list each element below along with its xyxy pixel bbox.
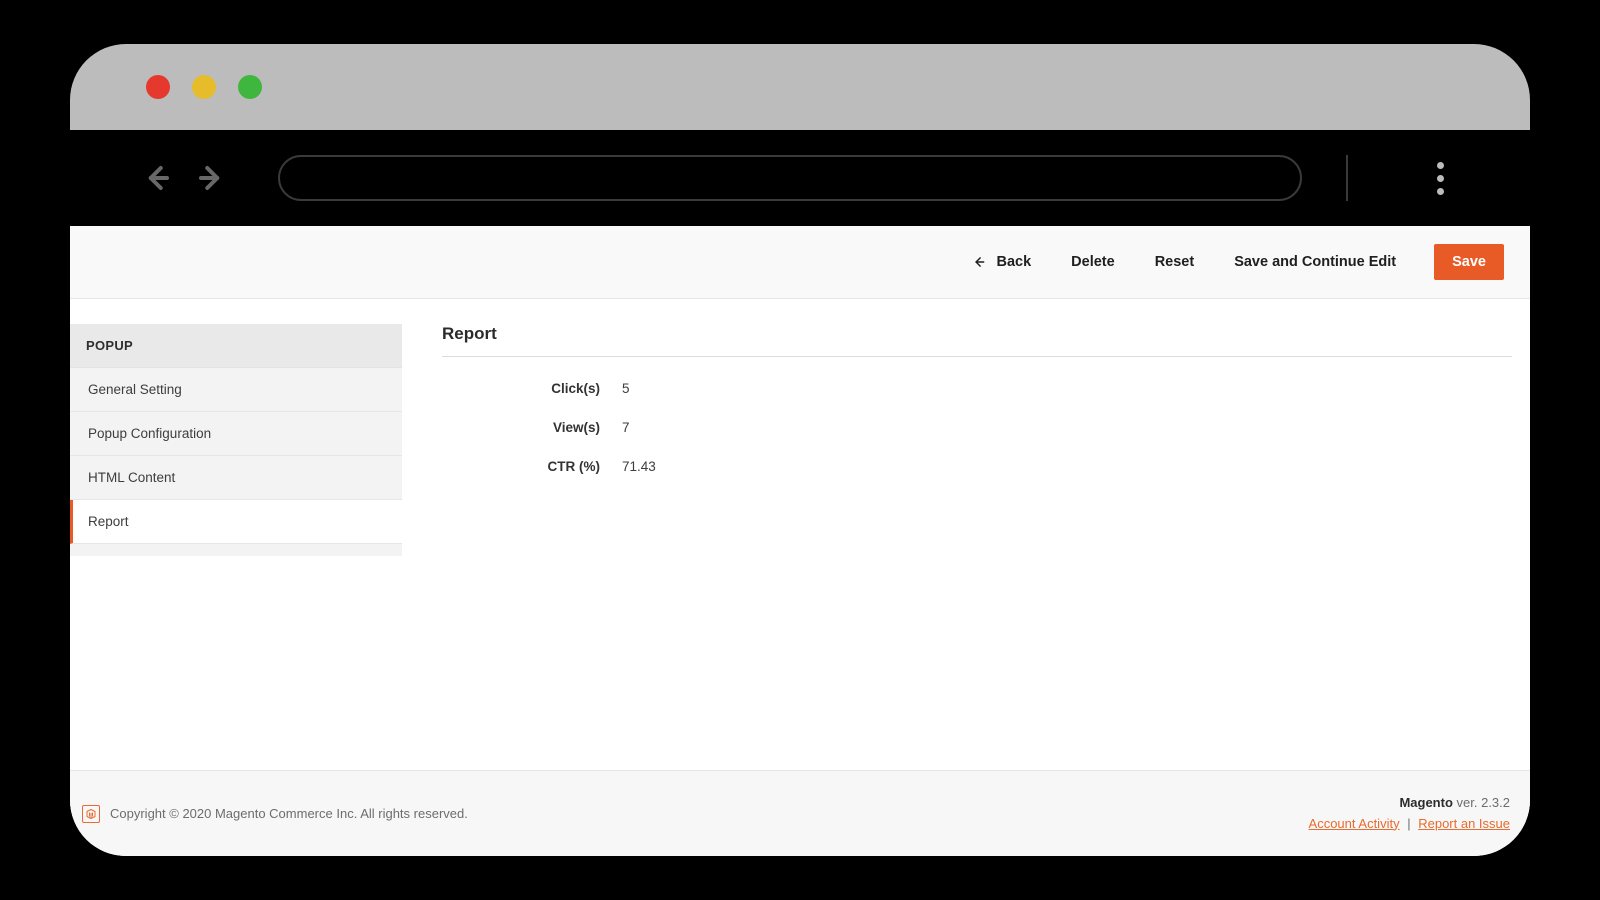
sidebar-item-label: Popup Configuration [88,426,211,441]
main-panel: Report Click(s) 5 View(s) 7 CTR (%) 71.4… [402,324,1512,556]
window-maximize-icon[interactable] [238,75,262,99]
footer-right: Magento ver. 2.3.2 Account Activity | Re… [1309,793,1510,835]
save-label: Save [1452,254,1486,270]
nav-forward-button[interactable] [194,161,228,195]
window-minimize-icon[interactable] [192,75,216,99]
address-bar[interactable] [278,155,1302,201]
sidebar-item-label: Report [88,514,129,529]
arrow-left-icon [972,255,986,269]
report-value: 71.43 [622,459,656,474]
footer-version: ver. 2.3.2 [1453,795,1510,810]
section-title: Report [442,324,1512,357]
content-body: POPUP General Setting Popup Configuratio… [70,299,1530,586]
app-viewport: Back Delete Reset Save and Continue Edit… [70,226,1530,856]
report-row-ctr: CTR (%) 71.43 [442,459,1512,474]
account-activity-link[interactable]: Account Activity [1309,816,1400,831]
save-button[interactable]: Save [1434,244,1504,280]
save-continue-button[interactable]: Save and Continue Edit [1232,254,1398,270]
toolbar-separator [1346,155,1348,201]
footer-left: Copyright © 2020 Magento Commerce Inc. A… [82,805,468,823]
report-row-views: View(s) 7 [442,420,1512,435]
overflow-menu-icon[interactable] [1430,162,1450,195]
back-label: Back [996,254,1031,270]
report-issue-link[interactable]: Report an Issue [1418,816,1510,831]
copyright-text: Copyright © 2020 Magento Commerce Inc. A… [110,806,468,821]
sidebar: POPUP General Setting Popup Configuratio… [70,324,402,556]
sidebar-item-html-content[interactable]: HTML Content [70,456,402,500]
report-label: CTR (%) [442,459,622,474]
report-value: 5 [622,381,630,396]
sidebar-item-general-setting[interactable]: General Setting [70,368,402,412]
footer-brand: Magento [1399,795,1452,810]
page-action-bar: Back Delete Reset Save and Continue Edit… [70,226,1530,299]
nav-back-button[interactable] [140,161,174,195]
sidebar-item-label: HTML Content [88,470,175,485]
sidebar-spacer [70,544,402,556]
back-button[interactable]: Back [970,254,1033,270]
delete-label: Delete [1071,254,1115,270]
magento-logo-icon [82,805,100,823]
reset-button[interactable]: Reset [1153,254,1197,270]
report-label: View(s) [442,420,622,435]
delete-button[interactable]: Delete [1069,254,1117,270]
window-controls [70,44,1530,130]
reset-label: Reset [1155,254,1195,270]
browser-toolbar [70,130,1530,226]
window-close-icon[interactable] [146,75,170,99]
sidebar-item-report[interactable]: Report [70,500,402,544]
report-label: Click(s) [442,381,622,396]
content-spacer [70,586,1530,770]
browser-window: Back Delete Reset Save and Continue Edit… [70,44,1530,856]
sidebar-heading: POPUP [70,324,402,368]
report-value: 7 [622,420,630,435]
sidebar-item-label: General Setting [88,382,182,397]
sidebar-item-popup-configuration[interactable]: Popup Configuration [70,412,402,456]
save-continue-label: Save and Continue Edit [1234,254,1396,270]
footer: Copyright © 2020 Magento Commerce Inc. A… [70,770,1530,856]
report-row-clicks: Click(s) 5 [442,381,1512,396]
footer-link-separator: | [1407,816,1410,831]
